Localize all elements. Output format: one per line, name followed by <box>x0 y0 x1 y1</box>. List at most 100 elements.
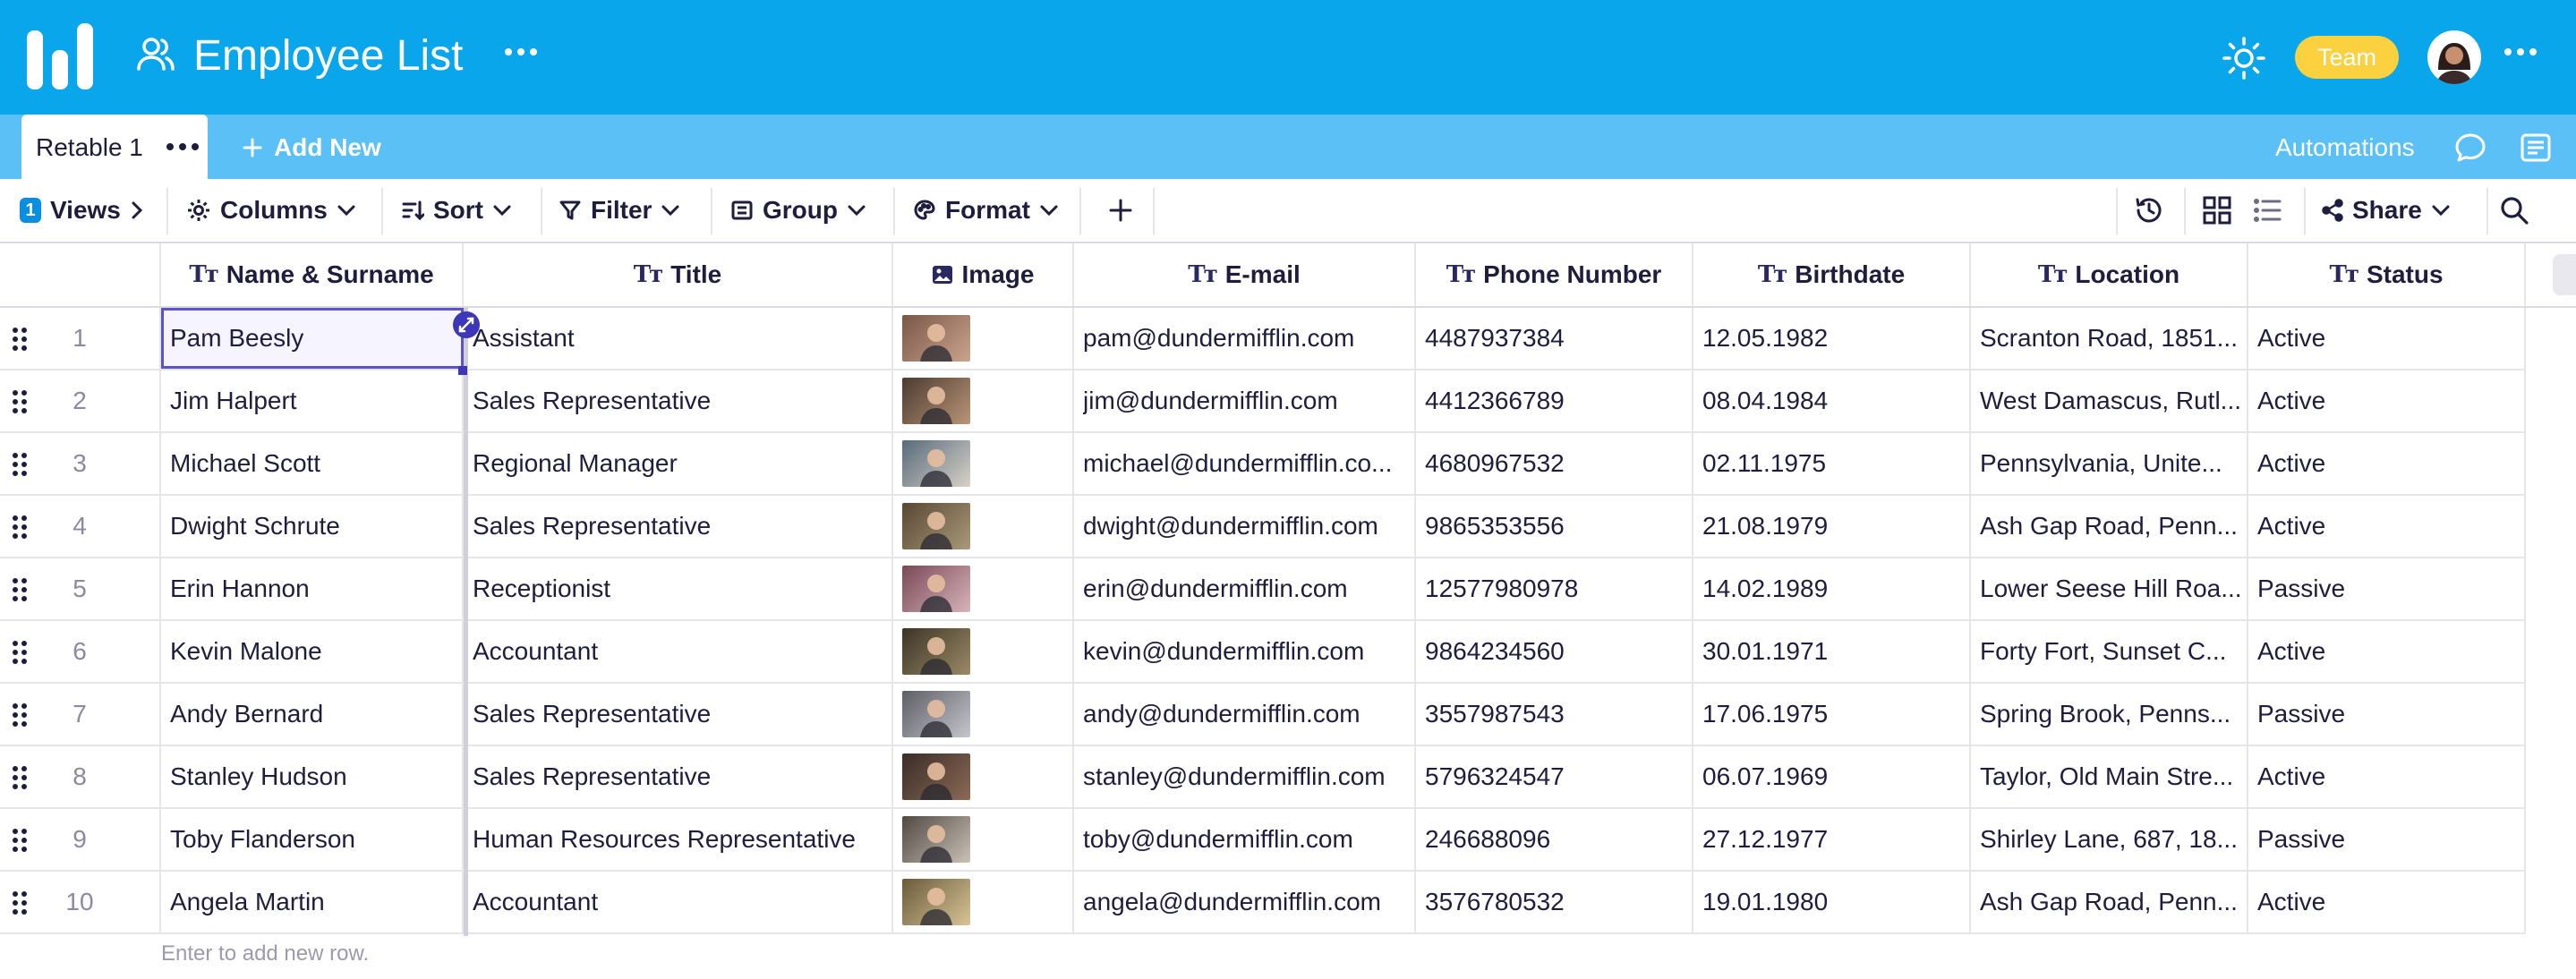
employee-photo[interactable] <box>902 628 970 675</box>
cell-birthdate[interactable]: 30.01.1971 <box>1693 621 1971 682</box>
cell-phone[interactable]: 9864234560 <box>1416 621 1693 682</box>
team-badge[interactable]: Team <box>2295 36 2399 79</box>
cell-image[interactable] <box>893 308 1074 369</box>
automations-link[interactable]: Automations <box>2275 131 2415 165</box>
table-row[interactable]: 9 Toby Flanderson Human Resources Represen… <box>0 809 2526 872</box>
cell-birthdate[interactable]: 14.02.1989 <box>1693 558 1971 619</box>
table-row[interactable]: 5 Erin Hannon Receptionist erin@dundermiffl… <box>0 558 2526 621</box>
cell-title[interactable]: Assistant <box>464 308 893 369</box>
cell-birthdate[interactable]: 21.08.1979 <box>1693 496 1971 557</box>
cell-name[interactable]: Jim Halpert <box>161 370 464 431</box>
header-more-icon[interactable] <box>2503 43 2538 61</box>
cell-email[interactable]: pam@dundermifflin.com <box>1074 308 1416 369</box>
cell-status[interactable]: Passive <box>2248 558 2526 619</box>
format-button[interactable]: Format <box>913 179 1059 242</box>
user-avatar[interactable] <box>2427 30 2481 84</box>
employee-photo[interactable] <box>902 691 970 737</box>
fill-handle[interactable] <box>458 366 467 375</box>
cell-phone[interactable]: 9865353556 <box>1416 496 1693 557</box>
employee-photo[interactable] <box>902 503 970 549</box>
cell-name[interactable]: Michael Scott <box>161 433 464 494</box>
cell-birthdate[interactable]: 27.12.1977 <box>1693 809 1971 870</box>
cell-status[interactable]: Active <box>2248 621 2526 682</box>
tab-more-icon[interactable] <box>165 138 200 156</box>
cell-location[interactable]: Shirley Lane, 687, 18... <box>1971 809 2248 870</box>
cell-name[interactable]: Dwight Schrute <box>161 496 464 557</box>
table-row[interactable]: 4 Dwight Schrute Sales Representative dwigh… <box>0 496 2526 558</box>
cell-birthdate[interactable]: 17.06.1975 <box>1693 684 1971 745</box>
cell-location[interactable]: Scranton Road, 1851... <box>1971 308 2248 369</box>
cell-image[interactable] <box>893 872 1074 932</box>
history-button[interactable] <box>2134 179 2164 242</box>
cell-name[interactable]: Andy Bernard <box>161 684 464 745</box>
cell-birthdate[interactable]: 19.01.1980 <box>1693 872 1971 932</box>
cell-email[interactable]: jim@dundermifflin.com <box>1074 370 1416 431</box>
cell-email[interactable]: erin@dundermifflin.com <box>1074 558 1416 619</box>
column-header-title[interactable]: Tт Title <box>464 243 893 306</box>
cell-email[interactable]: andy@dundermifflin.com <box>1074 684 1416 745</box>
cell-title[interactable]: Accountant <box>464 621 893 682</box>
cell-phone[interactable]: 3576780532 <box>1416 872 1693 932</box>
cell-email[interactable]: angela@dundermifflin.com <box>1074 872 1416 932</box>
cell-status[interactable]: Active <box>2248 496 2526 557</box>
cell-image[interactable] <box>893 684 1074 745</box>
cell-name[interactable]: Angela Martin <box>161 872 464 932</box>
table-row[interactable]: 1 Pam Beesly Assistant pam@dundermifflin.co… <box>0 308 2526 370</box>
cell-email[interactable]: dwight@dundermifflin.com <box>1074 496 1416 557</box>
employee-photo[interactable] <box>902 753 970 800</box>
sort-button[interactable]: Sort <box>401 179 512 242</box>
list-view-button[interactable] <box>2252 179 2282 242</box>
column-header-email[interactable]: Tт E-mail <box>1074 243 1416 306</box>
table-row[interactable]: 2 Jim Halpert Sales Representative jim@dund… <box>0 370 2526 433</box>
cell-image[interactable] <box>893 746 1074 807</box>
cell-location[interactable]: Lower Seese Hill Roa... <box>1971 558 2248 619</box>
cell-email[interactable]: kevin@dundermifflin.com <box>1074 621 1416 682</box>
notes-icon[interactable] <box>2520 132 2552 163</box>
cell-name[interactable]: Toby Flanderson <box>161 809 464 870</box>
cell-location[interactable]: Pennsylvania, Unite... <box>1971 433 2248 494</box>
employee-photo[interactable] <box>902 378 970 424</box>
drag-handle-icon[interactable] <box>13 829 27 852</box>
cell-name[interactable]: Erin Hannon <box>161 558 464 619</box>
theme-toggle-sun-icon[interactable] <box>2222 36 2266 81</box>
cell-status[interactable]: Active <box>2248 370 2526 431</box>
column-header-status[interactable]: Tт Status <box>2248 243 2526 306</box>
frozen-column-divider[interactable] <box>464 308 468 936</box>
column-header-name[interactable]: Tт Name & Surname <box>161 243 464 306</box>
column-header-image[interactable]: Image <box>893 243 1074 306</box>
filter-button[interactable]: Filter <box>559 179 680 242</box>
search-button[interactable] <box>2499 179 2529 242</box>
cell-location[interactable]: Spring Brook, Penns... <box>1971 684 2248 745</box>
cell-birthdate[interactable]: 08.04.1984 <box>1693 370 1971 431</box>
columns-button[interactable]: Columns <box>186 179 356 242</box>
cell-location[interactable]: Ash Gap Road, Penn... <box>1971 872 2248 932</box>
drag-handle-icon[interactable] <box>13 515 27 539</box>
cell-status[interactable]: Active <box>2248 308 2526 369</box>
cell-phone[interactable]: 4680967532 <box>1416 433 1693 494</box>
table-row[interactable]: 7 Andy Bernard Sales Representative andy@du… <box>0 684 2526 746</box>
cell-name[interactable]: Kevin Malone <box>161 621 464 682</box>
cell-status[interactable]: Passive <box>2248 684 2526 745</box>
drag-handle-icon[interactable] <box>13 390 27 413</box>
drag-handle-icon[interactable] <box>13 453 27 476</box>
employee-photo[interactable] <box>902 440 970 487</box>
cell-name[interactable]: Pam Beesly <box>161 308 464 369</box>
table-row[interactable]: 10 Angela Martin Accountant angela@dundermi… <box>0 872 2526 934</box>
table-row[interactable]: 8 Stanley Hudson Sales Representative stanl… <box>0 746 2526 809</box>
table-row[interactable]: 3 Michael Scott Regional Manager michael@du… <box>0 433 2526 496</box>
cell-title[interactable]: Accountant <box>464 872 893 932</box>
title-more-icon[interactable] <box>503 43 539 61</box>
cell-status[interactable]: Passive <box>2248 809 2526 870</box>
cell-birthdate[interactable]: 12.05.1982 <box>1693 308 1971 369</box>
drag-handle-icon[interactable] <box>13 766 27 789</box>
drag-handle-icon[interactable] <box>13 891 27 915</box>
share-button[interactable]: Share <box>2322 179 2451 242</box>
cell-phone[interactable]: 5796324547 <box>1416 746 1693 807</box>
cell-status[interactable]: Active <box>2248 433 2526 494</box>
add-new-button[interactable]: Add New <box>242 131 381 165</box>
employee-photo[interactable] <box>902 315 970 362</box>
cell-status[interactable]: Active <box>2248 872 2526 932</box>
employee-photo[interactable] <box>902 566 970 612</box>
cell-birthdate[interactable]: 06.07.1969 <box>1693 746 1971 807</box>
column-header-birthdate[interactable]: Tт Birthdate <box>1693 243 1971 306</box>
